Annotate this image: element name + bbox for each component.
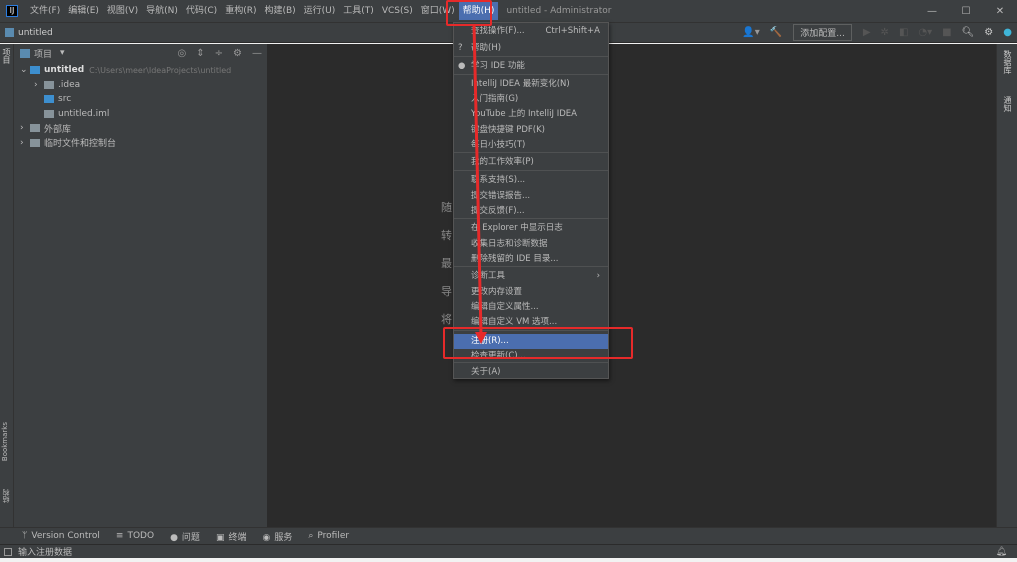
annotation-arrow (472, 23, 487, 344)
arrow-head (475, 332, 487, 344)
arrow-line (472, 23, 483, 335)
